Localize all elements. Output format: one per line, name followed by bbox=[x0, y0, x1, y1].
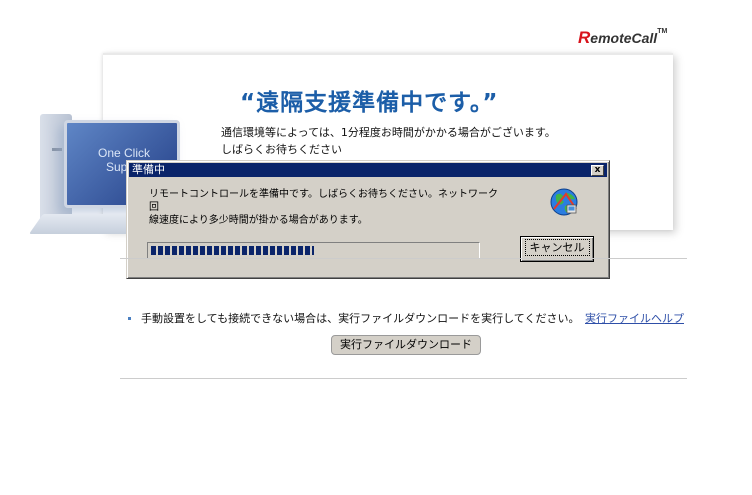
logo-trademark: TM bbox=[657, 28, 668, 35]
cancel-button-label: キャンセル bbox=[524, 239, 590, 256]
globe-network-icon bbox=[550, 188, 578, 216]
dialog-message: リモートコントロールを準備中です。しばらくお待ちください。ネットワーク回 線速度… bbox=[149, 188, 499, 227]
wait-description-line2: しばらくお待ちください bbox=[221, 143, 342, 156]
wait-description: 通信環境等によっては、1分程度お時間がかかる場合がございます。 しばらくお待ちく… bbox=[221, 124, 556, 158]
bullet-icon bbox=[128, 317, 131, 320]
dialog-close-button[interactable]: x bbox=[591, 165, 604, 176]
progress-bar bbox=[147, 242, 480, 259]
tower-slot bbox=[52, 148, 62, 151]
exe-download-button[interactable]: 実行ファイルダウンロード bbox=[331, 335, 481, 355]
monitor-text-line1: One Click bbox=[98, 146, 151, 160]
dialog-title: 準備中 bbox=[132, 163, 165, 176]
preparing-dialog: 準備中 x リモートコントロールを準備中です。しばらくお待ちください。ネットワー… bbox=[126, 160, 610, 279]
divider-bottom bbox=[120, 378, 687, 379]
dialog-titlebar[interactable]: 準備中 x bbox=[129, 163, 607, 177]
divider-top bbox=[120, 258, 687, 259]
remotecall-logo: RemoteCallTM bbox=[578, 28, 667, 48]
page-headline: “遠隔支援準備中です。” bbox=[240, 90, 499, 116]
dialog-message-line2: 線速度により多少時間が掛かる場合があります。 bbox=[149, 215, 368, 226]
manual-install-note: 手動設置をしても接続できない場合は、実行ファイルダウンロードを実行してください。 bbox=[141, 312, 580, 325]
progress-bar-fill bbox=[151, 246, 314, 255]
dialog-message-line1: リモートコントロールを準備中です。しばらくお待ちください。ネットワーク回 bbox=[149, 189, 498, 213]
exe-help-link[interactable]: 実行ファイルヘルプ bbox=[585, 311, 684, 326]
logo-name: emoteCall bbox=[590, 30, 658, 46]
logo-r-mark: R bbox=[578, 28, 591, 47]
wait-description-line1: 通信環境等によっては、1分程度お時間がかかる場合がございます。 bbox=[221, 126, 556, 139]
